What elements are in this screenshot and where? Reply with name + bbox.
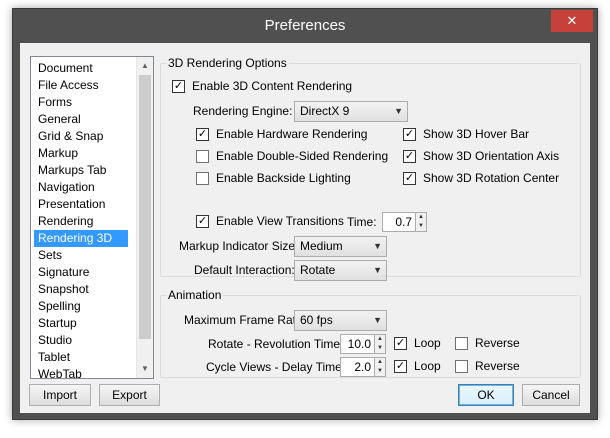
default-interaction-label: Default Interaction: — [194, 263, 295, 277]
chevron-down-icon: ▼ — [394, 106, 403, 116]
ok-button[interactable]: OK — [458, 384, 514, 406]
double-sided-checkbox[interactable] — [196, 150, 209, 163]
time-spin-buttons: ▲ ▼ — [415, 212, 427, 232]
category-item[interactable]: Sets — [36, 247, 64, 264]
scroll-thumb[interactable] — [139, 75, 151, 339]
category-item[interactable]: Rendering 3D — [34, 230, 128, 247]
max-frame-rate-value: 60 fps — [300, 313, 333, 327]
category-item[interactable]: Document — [36, 60, 95, 77]
default-interaction-select[interactable]: Rotate ▼ — [294, 260, 387, 281]
hover-bar-label: Show 3D Hover Bar — [423, 127, 530, 141]
category-item[interactable]: Startup — [36, 315, 79, 332]
revolution-loop-checkbox[interactable]: ✓ — [394, 337, 407, 350]
enable-3d-checkbox[interactable]: ✓ — [172, 80, 185, 93]
revolution-time-input[interactable]: 10.0 — [340, 334, 375, 354]
category-item[interactable]: Snapshot — [36, 281, 91, 298]
revolution-loop-label: Loop — [414, 336, 441, 350]
category-list[interactable]: ▲ ▼ Document File Access Forms General Grid … — [30, 56, 154, 379]
category-scrollbar[interactable]: ▲ ▼ — [136, 57, 153, 378]
double-sided-label: Enable Double-Sided Rendering — [216, 149, 389, 163]
revolution-time-spinner: 10.0 ▲ ▼ — [340, 334, 387, 354]
view-transitions-checkbox[interactable]: ✓ — [196, 215, 209, 228]
delay-decrement-icon[interactable]: ▼ — [375, 367, 385, 376]
revolution-spin-buttons: ▲ ▼ — [374, 334, 386, 354]
view-transitions-label: Enable View Transitions — [216, 214, 344, 228]
delay-loop-checkbox[interactable]: ✓ — [394, 360, 407, 373]
category-item[interactable]: Spelling — [36, 298, 83, 315]
rotation-center-label: Show 3D Rotation Center — [423, 171, 560, 185]
close-button[interactable]: ✕ — [551, 10, 593, 32]
time-spinner: 0.7 ▲ ▼ — [382, 212, 428, 232]
title-bar[interactable]: Preferences ✕ — [13, 9, 597, 43]
category-item[interactable]: File Access — [36, 77, 101, 94]
delay-spin-buttons: ▲ ▼ — [374, 357, 386, 377]
max-frame-rate-label: Maximum Frame Rate: — [184, 313, 307, 327]
preferences-window: Preferences ✕ ▲ ▼ Document File Access For… — [12, 8, 598, 420]
category-item[interactable]: Presentation — [36, 196, 107, 213]
rendering-engine-select[interactable]: DirectX 9 ▼ — [294, 101, 408, 122]
chevron-down-icon: ▼ — [373, 315, 382, 325]
category-item[interactable]: General — [36, 111, 83, 128]
chevron-down-icon: ▼ — [373, 241, 382, 251]
import-button[interactable]: Import — [29, 384, 91, 406]
revolution-increment-icon[interactable]: ▲ — [375, 335, 385, 344]
category-item[interactable]: Studio — [36, 332, 74, 349]
chevron-down-icon: ▼ — [373, 265, 382, 275]
markup-indicator-value: Medium — [300, 239, 343, 253]
delay-time-label: Cycle Views - Delay Time: — [206, 360, 346, 374]
category-item[interactable]: WebTab — [36, 366, 84, 378]
delay-time-spinner: 2.0 ▲ ▼ — [340, 357, 387, 377]
rotation-center-checkbox[interactable]: ✓ — [403, 172, 416, 185]
category-item[interactable]: Signature — [36, 264, 91, 281]
orientation-axis-label: Show 3D Orientation Axis — [423, 149, 560, 163]
revolution-reverse-checkbox[interactable] — [455, 337, 468, 350]
rendering-options-label: 3D Rendering Options — [166, 56, 289, 70]
export-button[interactable]: Export — [99, 384, 160, 406]
time-label: Time: — [347, 215, 377, 229]
delay-increment-icon[interactable]: ▲ — [375, 358, 385, 367]
time-decrement-icon[interactable]: ▼ — [416, 222, 426, 231]
time-input[interactable]: 0.7 — [382, 212, 416, 232]
max-frame-rate-select[interactable]: 60 fps ▼ — [294, 310, 387, 331]
delay-reverse-checkbox[interactable] — [455, 360, 468, 373]
backside-lighting-checkbox[interactable] — [196, 172, 209, 185]
hardware-rendering-label: Enable Hardware Rendering — [216, 127, 368, 141]
window-title: Preferences — [264, 17, 346, 34]
dialog-client: ▲ ▼ Document File Access Forms General Grid … — [20, 43, 590, 413]
scroll-up-icon[interactable]: ▲ — [137, 57, 153, 74]
rendering-engine-value: DirectX 9 — [300, 104, 350, 118]
delay-time-input[interactable]: 2.0 — [340, 357, 375, 377]
hover-bar-checkbox[interactable]: ✓ — [403, 128, 416, 141]
category-item[interactable]: Rendering — [36, 213, 95, 230]
animation-label: Animation — [166, 288, 224, 302]
delay-loop-label: Loop — [414, 359, 441, 373]
category-item[interactable]: Tablet — [36, 349, 72, 366]
revolution-time-label: Rotate - Revolution Time: — [208, 337, 344, 351]
markup-indicator-select[interactable]: Medium ▼ — [294, 236, 387, 257]
cancel-button[interactable]: Cancel — [522, 384, 580, 406]
time-increment-icon[interactable]: ▲ — [416, 213, 426, 222]
scroll-down-icon[interactable]: ▼ — [137, 360, 153, 377]
category-item[interactable]: Markup — [36, 145, 80, 162]
default-interaction-value: Rotate — [300, 263, 336, 277]
delay-reverse-label: Reverse — [475, 359, 520, 373]
category-item[interactable]: Markups Tab — [36, 162, 108, 179]
category-item[interactable]: Forms — [36, 94, 74, 111]
revolution-decrement-icon[interactable]: ▼ — [375, 344, 385, 353]
rendering-engine-label: Rendering Engine: — [193, 104, 293, 118]
backside-lighting-label: Enable Backside Lighting — [216, 171, 351, 185]
markup-indicator-label: Markup Indicator Size: — [179, 239, 299, 253]
orientation-axis-checkbox[interactable]: ✓ — [403, 150, 416, 163]
hardware-rendering-checkbox[interactable]: ✓ — [196, 128, 209, 141]
revolution-reverse-label: Reverse — [475, 336, 520, 350]
category-item[interactable]: Grid & Snap — [36, 128, 105, 145]
enable-3d-label: Enable 3D Content Rendering — [192, 79, 353, 93]
category-item[interactable]: Navigation — [36, 179, 97, 196]
